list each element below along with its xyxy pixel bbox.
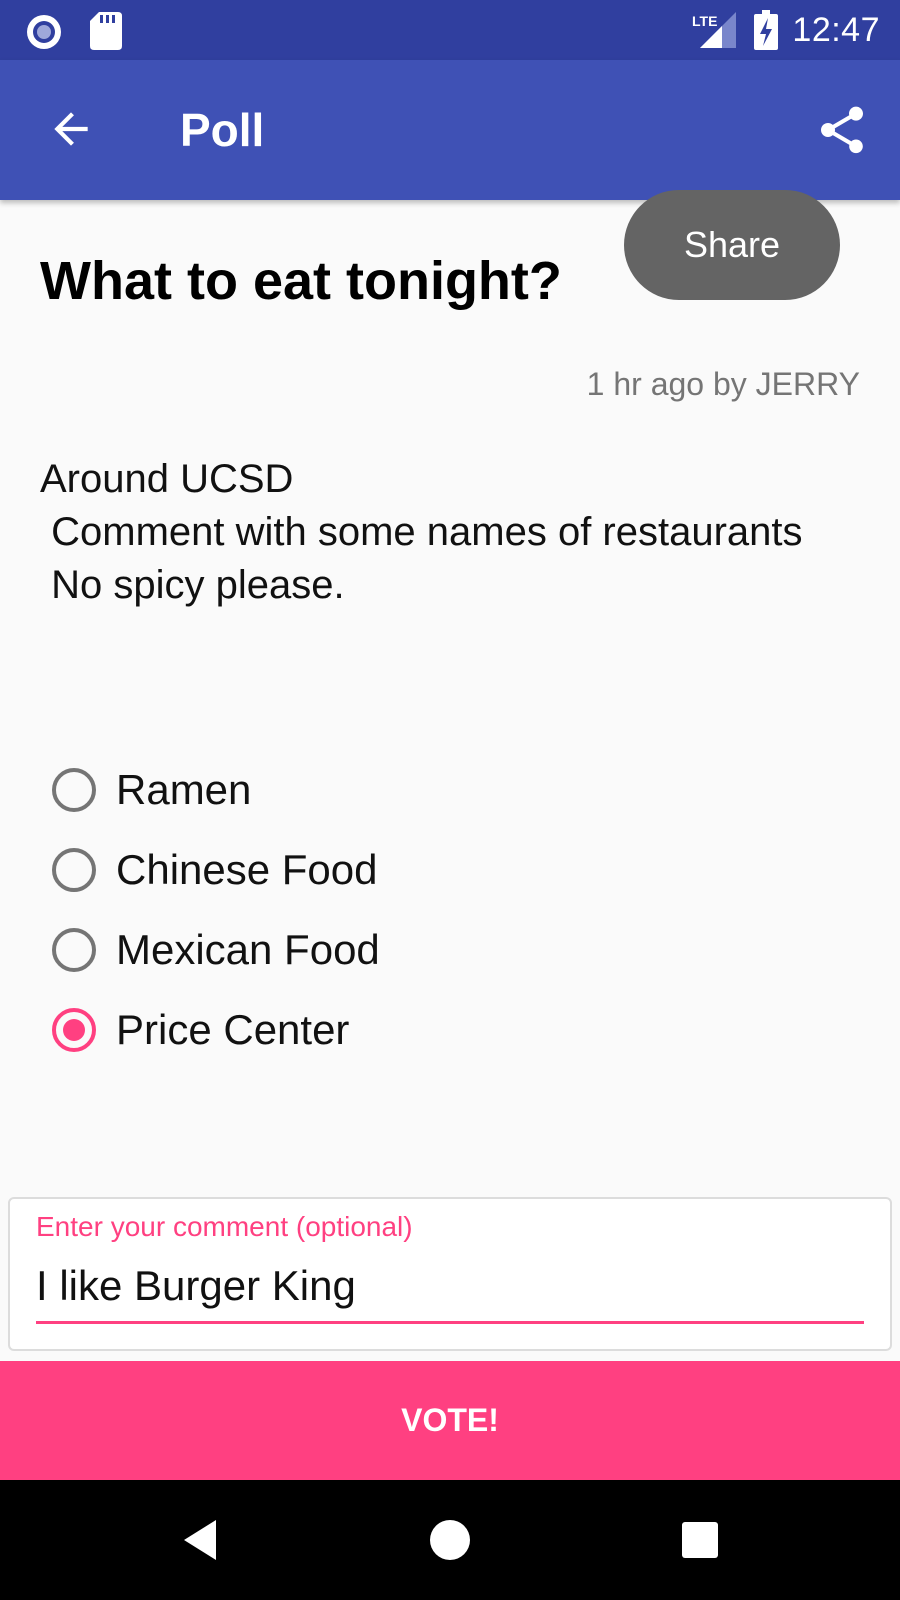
option-price-center[interactable]: Price Center bbox=[52, 1000, 349, 1060]
radio-button[interactable] bbox=[52, 768, 96, 812]
poll-description: Around UCSD Comment with some names of r… bbox=[40, 457, 803, 607]
option-chinese-food[interactable]: Chinese Food bbox=[52, 840, 378, 900]
notification-circle-icon bbox=[27, 15, 61, 49]
toast-text: Share bbox=[683, 224, 781, 265]
nav-recents-icon[interactable] bbox=[670, 1510, 730, 1570]
option-label: Mexican Food bbox=[116, 926, 380, 973]
battery-charging-icon bbox=[754, 10, 779, 50]
vote-button[interactable]: VOTE! bbox=[0, 1361, 900, 1480]
lte-signal-icon: LTE bbox=[692, 12, 737, 48]
arrow-back-icon[interactable] bbox=[46, 104, 96, 154]
radio-button-selected[interactable] bbox=[52, 1008, 96, 1052]
share-toast: Share bbox=[624, 190, 840, 300]
sd-card-icon bbox=[90, 12, 122, 50]
radio-button[interactable] bbox=[52, 848, 96, 892]
option-label: Chinese Food bbox=[116, 846, 378, 893]
radio-button[interactable] bbox=[52, 928, 96, 972]
clock-time: 12:47 bbox=[792, 10, 880, 49]
share-icon[interactable] bbox=[814, 102, 870, 158]
option-label: Price Center bbox=[116, 1006, 350, 1053]
nav-back-icon[interactable] bbox=[172, 1510, 232, 1570]
page-title: Poll bbox=[180, 104, 265, 156]
poll-title: What to eat tonight? bbox=[40, 251, 562, 311]
comment-card: Enter your comment (optional) bbox=[8, 1197, 892, 1351]
option-label: Ramen bbox=[116, 766, 252, 813]
lte-label: LTE bbox=[692, 13, 717, 29]
status-bar: LTE 12:47 bbox=[0, 0, 900, 60]
option-mexican-food[interactable]: Mexican Food bbox=[52, 920, 380, 980]
navigation-bar bbox=[0, 1480, 900, 1600]
app-bar: Poll bbox=[0, 60, 900, 200]
option-ramen[interactable]: Ramen bbox=[52, 760, 251, 820]
nav-home-icon[interactable] bbox=[420, 1510, 480, 1570]
comment-input[interactable] bbox=[36, 1251, 864, 1324]
comment-label: Enter your comment (optional) bbox=[36, 1211, 413, 1242]
poll-meta: 1 hr ago by JERRY bbox=[586, 366, 860, 402]
